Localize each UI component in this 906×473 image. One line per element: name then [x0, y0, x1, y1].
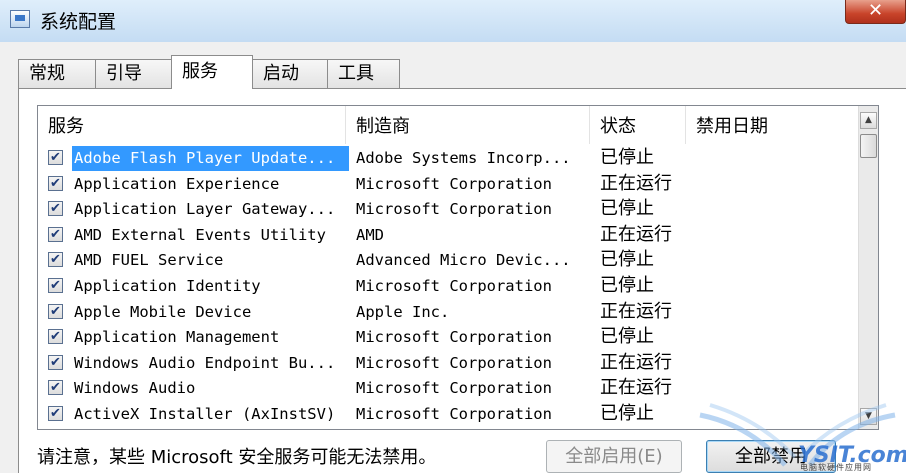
status-cell: 已停止	[600, 249, 654, 271]
manufacturer-cell: Microsoft Corporation	[356, 328, 552, 347]
disable-date-cell	[692, 351, 842, 376]
service-checkbox[interactable]: ✔	[48, 329, 63, 345]
scroll-up-button[interactable]: ▲	[860, 112, 877, 129]
column-header-manufacturer[interactable]: 制造商	[346, 106, 590, 144]
manufacturer-cell: Microsoft Corporation	[356, 379, 552, 398]
disable-date-cell	[692, 197, 842, 222]
disable-date-cell	[692, 172, 842, 197]
manufacturer-cell: Microsoft Corporation	[356, 405, 552, 423]
service-checkbox[interactable]: ✔	[48, 226, 63, 242]
status-cell: 已停止	[600, 403, 654, 424]
service-name-cell: Adobe Flash Player Update...	[72, 146, 349, 171]
service-name-cell: Application Identity	[74, 277, 261, 295]
disable-date-cell	[692, 325, 842, 350]
column-header-disable-date[interactable]: 禁用日期	[686, 106, 858, 144]
disable-date-cell	[692, 248, 842, 273]
service-name-cell: AMD External Events Utility	[74, 225, 326, 244]
system-config-icon	[10, 10, 30, 28]
service-name-cell: Windows Audio	[74, 379, 196, 398]
disable-date-cell	[692, 376, 842, 401]
table-row[interactable]: ✔ Windows Audio Endpoint Bu... Microsoft C…	[38, 351, 858, 377]
enable-all-button[interactable]: 全部启用(E)	[546, 440, 682, 473]
table-row[interactable]: ✔ Apple Mobile Device Apple Inc. 正在运行	[38, 300, 858, 326]
manufacturer-cell: Advanced Micro Devic...	[356, 251, 571, 270]
scroll-down-button[interactable]: ▼	[860, 408, 877, 425]
vertical-scrollbar[interactable]: ▲ ▼	[858, 106, 878, 429]
status-cell: 已停止	[600, 275, 654, 296]
table-row[interactable]: ✔ AMD FUEL Service Advanced Micro Devic...…	[38, 248, 858, 274]
service-name-cell: Application Layer Gateway...	[74, 200, 336, 219]
status-cell: 已停止	[600, 198, 654, 220]
service-name-cell: AMD FUEL Service	[74, 251, 224, 270]
service-name-cell: Apple Mobile Device	[74, 302, 252, 321]
services-list[interactable]: 服务 制造商 状态 禁用日期 ✔ Adobe Flash Player Updat…	[37, 105, 879, 430]
tab-startup[interactable]: 启动	[252, 59, 328, 88]
status-cell: 已停止	[600, 147, 654, 168]
table-row[interactable]: ✔ ActiveX Installer (AxInstSV) Microsoft C…	[38, 402, 858, 428]
manufacturer-cell: Microsoft Corporation	[356, 200, 552, 219]
service-name-cell: Application Management	[74, 328, 280, 347]
list-header: 服务 制造商 状态 禁用日期	[38, 106, 858, 144]
window-title: 系统配置	[40, 11, 117, 33]
scroll-thumb[interactable]	[860, 134, 877, 158]
disable-date-cell	[692, 274, 842, 299]
status-cell: 正在运行	[600, 223, 672, 245]
manufacturer-cell: Microsoft Corporation	[356, 353, 552, 372]
table-row[interactable]: ✔ Application Experience Microsoft Corpora…	[38, 172, 858, 198]
service-checkbox[interactable]: ✔	[48, 406, 63, 421]
table-row[interactable]: ✔ Application Layer Gateway... Microsoft C…	[38, 197, 858, 223]
tab-tools[interactable]: 工具	[327, 59, 400, 88]
status-cell: 正在运行	[600, 351, 672, 373]
table-row[interactable]: ✔ Application Identity Microsoft Corporati…	[38, 274, 858, 300]
manufacturer-cell: AMD	[356, 225, 384, 244]
service-checkbox[interactable]: ✔	[48, 201, 63, 217]
table-row[interactable]: ✔ Adobe Flash Player Update... Adobe Syste…	[38, 146, 858, 172]
manufacturer-cell: Apple Inc.	[356, 302, 450, 321]
status-cell: 正在运行	[600, 300, 672, 322]
manufacturer-cell: Adobe Systems Incorp...	[356, 149, 571, 167]
disable-date-cell	[692, 146, 842, 171]
column-header-status[interactable]: 状态	[590, 106, 686, 144]
service-checkbox[interactable]: ✔	[48, 252, 63, 268]
status-cell: 正在运行	[600, 377, 672, 399]
manufacturer-cell: Microsoft Corporation	[356, 174, 552, 193]
security-note: 请注意，某些 Microsoft 安全服务可能无法禁用。	[37, 447, 437, 468]
watermark-subtext: 电脑软硬件应用网	[800, 463, 872, 472]
disable-date-cell	[692, 300, 842, 325]
table-row[interactable]: ✔ Windows Audio Microsoft Corporation 正在运行	[38, 376, 858, 402]
status-cell: 已停止	[600, 326, 654, 348]
service-checkbox[interactable]: ✔	[48, 150, 63, 165]
service-checkbox[interactable]: ✔	[48, 175, 63, 191]
disable-date-cell	[692, 223, 842, 248]
table-row[interactable]: ✔ Application Management Microsoft Corpora…	[38, 325, 858, 351]
disable-date-cell	[692, 402, 842, 427]
table-row[interactable]: ✔ AMD External Events Utility AMD 正在运行	[38, 223, 858, 249]
service-name-cell: Windows Audio Endpoint Bu...	[74, 353, 336, 372]
close-button[interactable]: ✕	[845, 0, 906, 24]
service-checkbox[interactable]: ✔	[48, 278, 63, 293]
tab-general[interactable]: 常规	[18, 59, 96, 88]
service-checkbox[interactable]: ✔	[48, 380, 63, 396]
manufacturer-cell: Microsoft Corporation	[356, 277, 552, 295]
service-checkbox[interactable]: ✔	[48, 303, 63, 319]
service-name-cell: ActiveX Installer (AxInstSV)	[74, 405, 336, 423]
column-header-service[interactable]: 服务	[38, 106, 346, 144]
status-cell: 正在运行	[600, 172, 672, 194]
title-bar[interactable]: 系统配置 ✕	[0, 0, 906, 42]
tab-boot[interactable]: 引导	[95, 59, 172, 88]
service-checkbox[interactable]: ✔	[48, 354, 63, 370]
service-name-cell: Application Experience	[74, 174, 280, 193]
tab-services[interactable]: 服务	[171, 55, 253, 89]
